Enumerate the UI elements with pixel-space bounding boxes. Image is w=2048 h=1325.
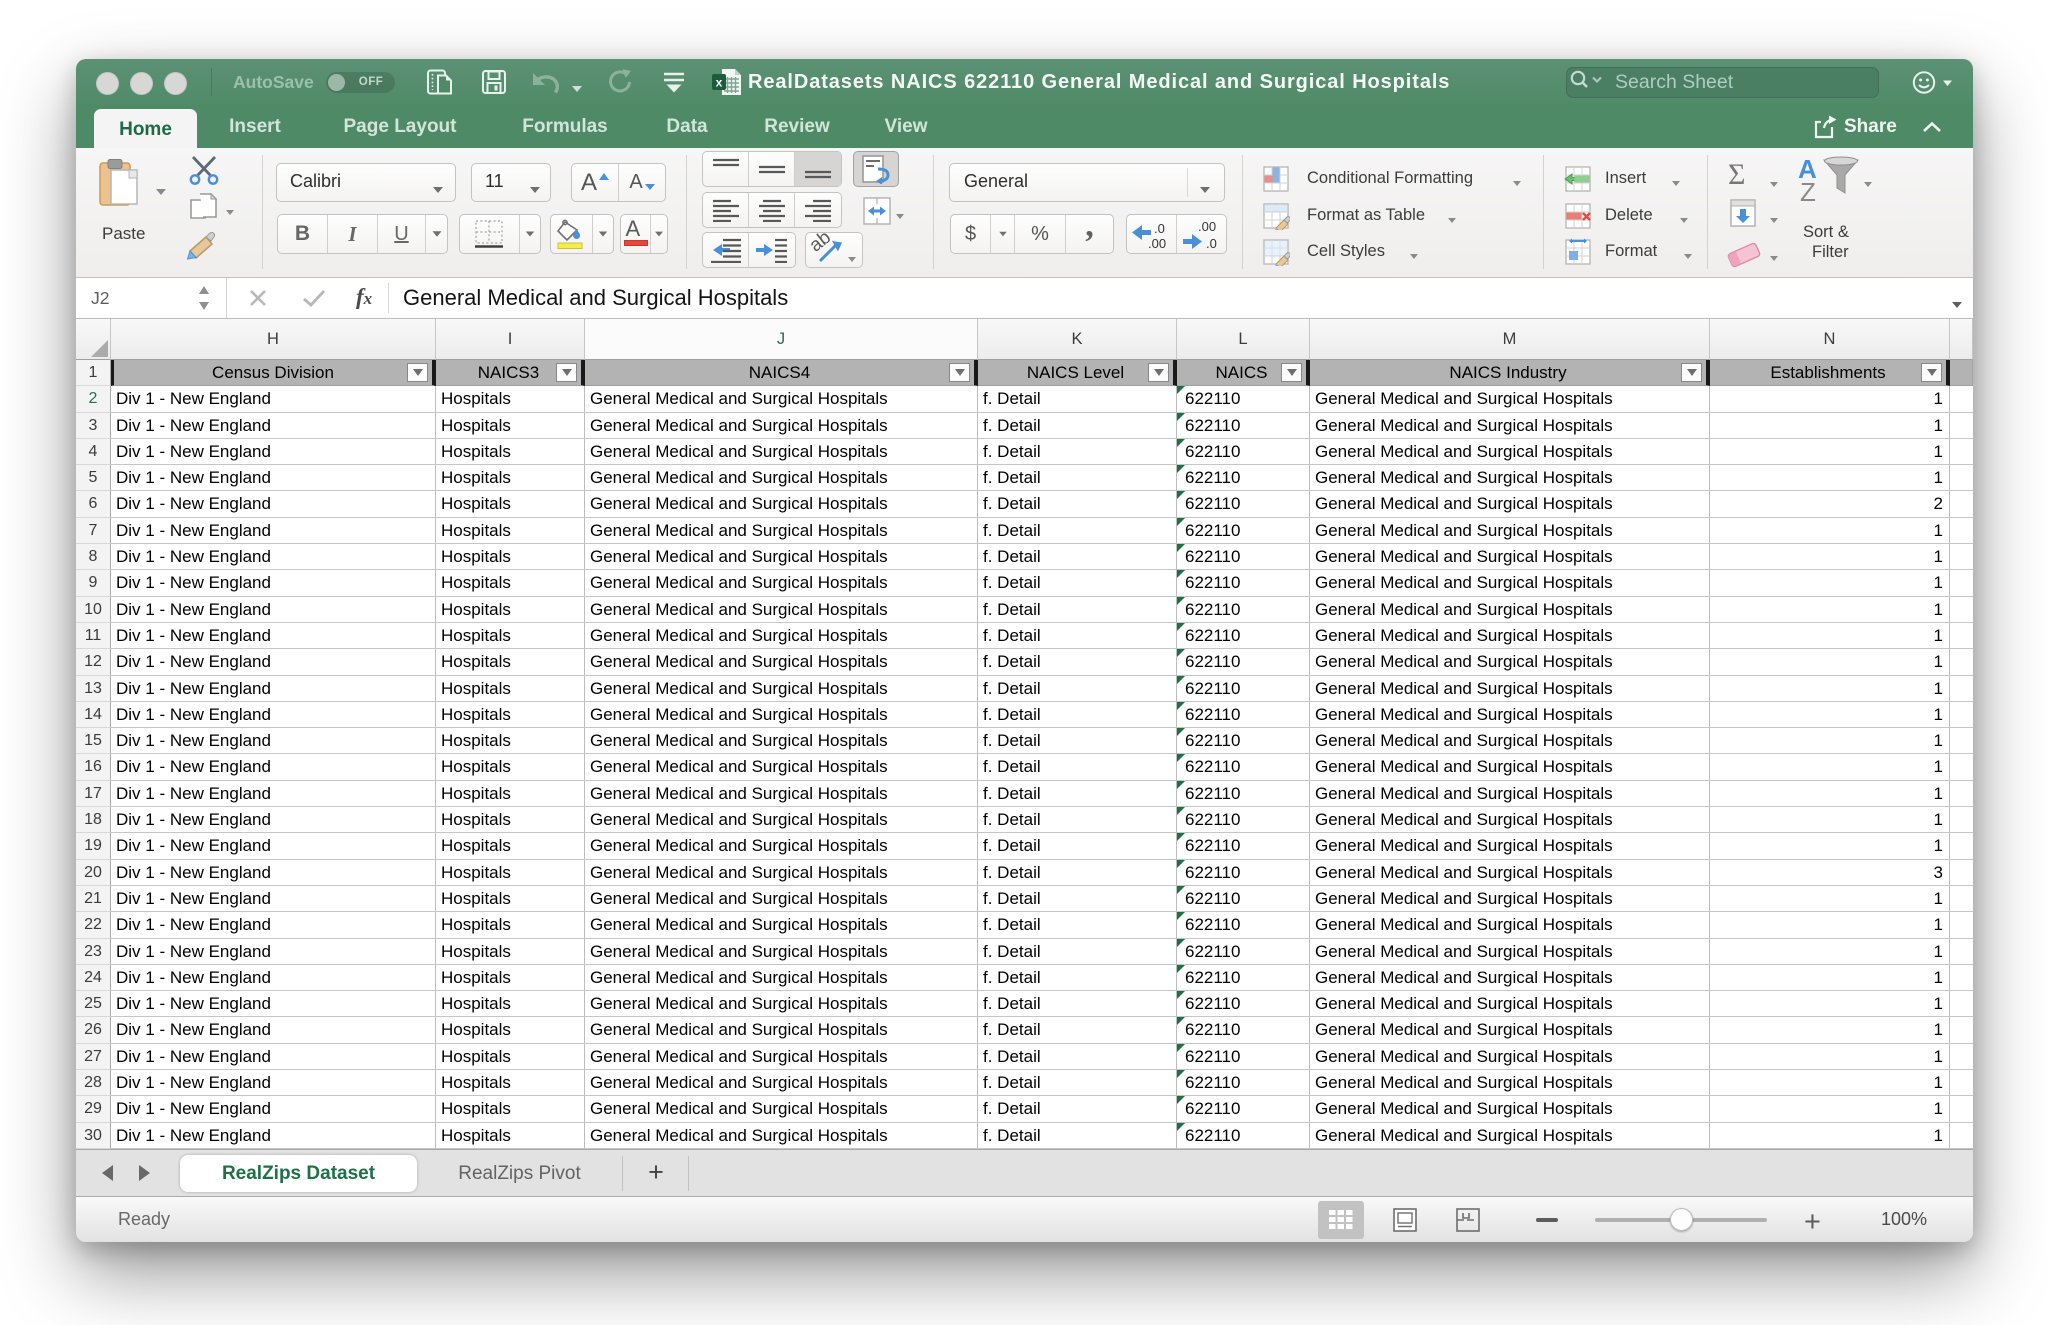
svg-text:.00: .00 [1148,236,1166,251]
svg-text:x: x [716,76,723,90]
svg-text:.0: .0 [1206,236,1217,251]
svg-text:.00: .00 [1198,219,1216,234]
svg-text:.0: .0 [1154,221,1165,236]
